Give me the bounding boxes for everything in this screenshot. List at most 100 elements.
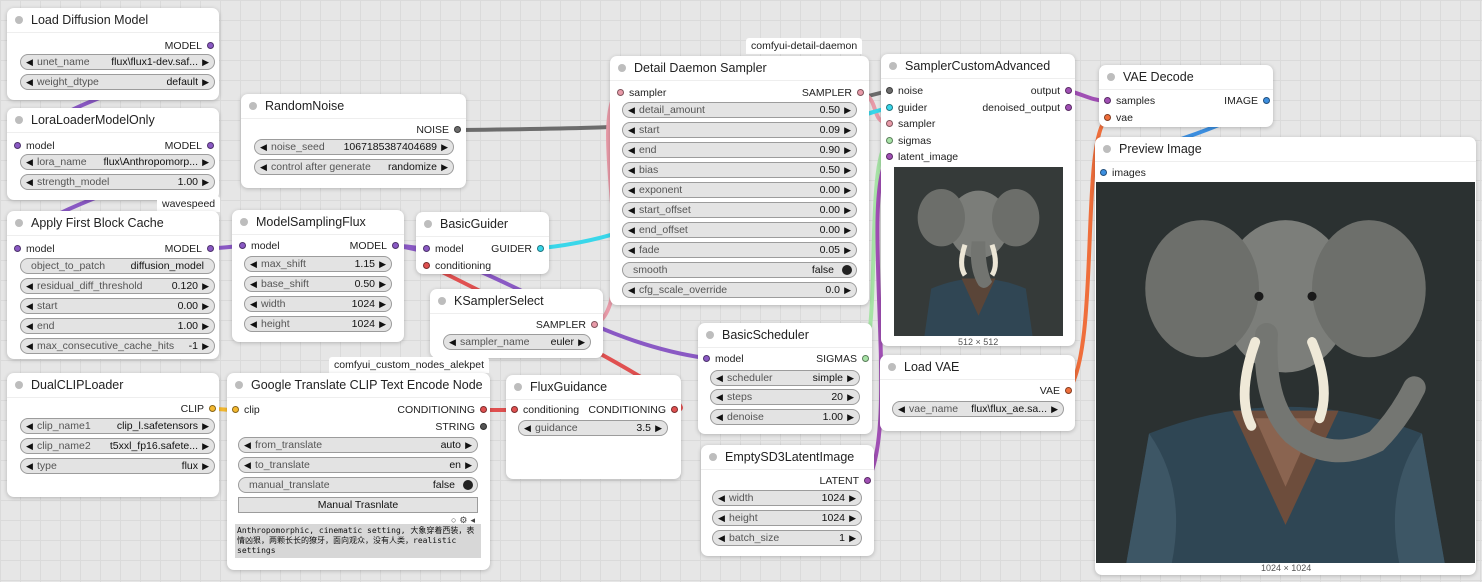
string-port-icon[interactable]	[480, 423, 487, 430]
left-arrow-icon[interactable]: ◀	[26, 320, 33, 332]
input-model[interactable]: model	[11, 243, 55, 255]
output-output[interactable]: output	[1031, 85, 1073, 97]
prompt-textarea[interactable]: Anthropomorphic, cinematic setting, 大象穿着…	[235, 524, 481, 558]
sampler-port-icon[interactable]	[591, 321, 598, 328]
right-arrow-icon[interactable]: ▶	[844, 244, 851, 256]
left-arrow-icon[interactable]: ◀	[26, 280, 33, 292]
left-arrow-icon[interactable]: ◀	[628, 164, 635, 176]
node-ksampler-select[interactable]: KSamplerSelect SAMPLER ◀ sampler_name eule…	[430, 289, 603, 358]
collapse-dot-icon[interactable]	[1103, 145, 1111, 153]
left-arrow-icon[interactable]: ◀	[716, 411, 723, 423]
vae-port-icon[interactable]	[1104, 114, 1111, 121]
right-arrow-icon[interactable]: ▶	[844, 284, 851, 296]
collapse-dot-icon[interactable]	[249, 102, 257, 110]
end-widget[interactable]: ◀ end 1.00 ▶	[20, 318, 215, 334]
base-shift-widget[interactable]: ◀ base_shift 0.50 ▶	[244, 276, 392, 292]
right-arrow-icon[interactable]: ▶	[202, 300, 209, 312]
left-arrow-icon[interactable]: ◀	[250, 318, 257, 330]
collapse-dot-icon[interactable]	[438, 297, 446, 305]
noise-port-icon[interactable]	[454, 126, 461, 133]
sampler-name-widget[interactable]: ◀ sampler_name euler ▶	[443, 334, 591, 350]
node-google-translate-clip[interactable]: Google Translate CLIP Text Encode Node c…	[227, 373, 490, 570]
guider-port-icon[interactable]	[537, 245, 544, 252]
manual-translate-toggle[interactable]: manual_translate false	[238, 477, 478, 493]
right-arrow-icon[interactable]: ▶	[844, 204, 851, 216]
right-arrow-icon[interactable]: ▶	[465, 439, 472, 451]
sigmas-port-icon[interactable]	[862, 355, 869, 362]
left-arrow-icon[interactable]: ◀	[244, 459, 251, 471]
from-translate-widget[interactable]: ◀ from_translate auto ▶	[238, 437, 478, 453]
collapse-dot-icon[interactable]	[514, 383, 522, 391]
height-widget[interactable]: ◀ height 1024 ▶	[244, 316, 392, 332]
input-clip[interactable]: clip	[229, 404, 260, 416]
latent-port-icon[interactable]	[864, 477, 871, 484]
denoise-widget[interactable]: ◀ denoise 1.00 ▶	[710, 409, 860, 425]
node-title[interactable]: Apply First Block Cache	[7, 211, 219, 236]
type-widget[interactable]: ◀ type flux ▶	[20, 458, 215, 474]
left-arrow-icon[interactable]: ◀	[898, 403, 905, 415]
start-widget[interactable]: ◀ start 0.00 ▶	[20, 298, 215, 314]
node-title[interactable]: VAE Decode	[1099, 65, 1273, 90]
node-detail-daemon-sampler[interactable]: Detail Daemon Sampler sampler SAMPLER ◀ d…	[610, 56, 869, 305]
right-arrow-icon[interactable]: ▶	[202, 340, 209, 352]
left-arrow-icon[interactable]: ◀	[26, 340, 33, 352]
output-noise[interactable]: NOISE	[416, 124, 462, 136]
node-random-noise[interactable]: RandomNoise NOISE ◀ noise_seed 10671853874…	[241, 94, 466, 188]
max-consecutive-cache-hits-widget[interactable]: ◀ max_consecutive_cache_hits -1 ▶	[20, 338, 215, 354]
toggle-knob-icon[interactable]	[842, 265, 852, 275]
right-arrow-icon[interactable]: ▶	[844, 224, 851, 236]
collapse-dot-icon[interactable]	[618, 64, 626, 72]
exponent-widget[interactable]: ◀ exponent 0.00 ▶	[622, 182, 857, 198]
output-guider[interactable]: GUIDER	[491, 243, 545, 255]
right-arrow-icon[interactable]: ▶	[847, 411, 854, 423]
left-arrow-icon[interactable]: ◀	[718, 492, 725, 504]
input-model[interactable]: model	[236, 240, 280, 252]
cfg-scale-override-widget[interactable]: ◀ cfg_scale_override 0.0 ▶	[622, 282, 857, 298]
strength-model-widget[interactable]: ◀ strength_model 1.00 ▶	[20, 174, 215, 190]
collapse-dot-icon[interactable]	[424, 220, 432, 228]
smooth-toggle[interactable]: smooth false	[622, 262, 857, 278]
input-samples[interactable]: samples	[1101, 95, 1155, 107]
node-empty-sd3-latent-image[interactable]: EmptySD3LatentImage LATENT ◀ width 1024 ▶ ◀…	[701, 445, 874, 556]
scheduler-widget[interactable]: ◀ scheduler simple ▶	[710, 370, 860, 386]
node-sampler-custom-advanced[interactable]: SamplerCustomAdvanced noise guider sampl…	[881, 54, 1075, 347]
collapse-dot-icon[interactable]	[15, 16, 23, 24]
vae-port-icon[interactable]	[1065, 387, 1072, 394]
right-arrow-icon[interactable]: ▶	[202, 440, 209, 452]
right-arrow-icon[interactable]: ▶	[844, 124, 851, 136]
collapse-dot-icon[interactable]	[15, 116, 23, 124]
node-title[interactable]: Detail Daemon Sampler	[610, 56, 869, 81]
model-port-icon[interactable]	[423, 245, 430, 252]
right-arrow-icon[interactable]: ▶	[849, 492, 856, 504]
input-model[interactable]: model	[11, 140, 55, 152]
node-load-diffusion-model[interactable]: Load Diffusion Model MODEL ◀ unet_name flu…	[7, 8, 219, 100]
width-widget[interactable]: ◀ width 1024 ▶	[244, 296, 392, 312]
collapse-dot-icon[interactable]	[1107, 73, 1115, 81]
output-model[interactable]: MODEL	[165, 243, 215, 255]
node-model-sampling-flux[interactable]: ModelSamplingFlux model MODEL ◀ max_shift…	[232, 210, 404, 342]
noise-port-icon[interactable]	[886, 87, 893, 94]
right-arrow-icon[interactable]: ▶	[849, 532, 856, 544]
model-port-icon[interactable]	[14, 245, 21, 252]
node-preview-image[interactable]: Preview Image images 1024 × 1024	[1095, 137, 1476, 575]
node-title[interactable]: Preview Image	[1095, 137, 1476, 162]
input-noise[interactable]: noise	[883, 85, 923, 97]
sampler-port-icon[interactable]	[886, 120, 893, 127]
right-arrow-icon[interactable]: ▶	[655, 422, 662, 434]
right-arrow-icon[interactable]: ▶	[202, 56, 209, 68]
right-arrow-icon[interactable]: ▶	[844, 144, 851, 156]
node-basic-guider[interactable]: BasicGuider model GUIDER conditioning	[416, 212, 549, 274]
node-basic-scheduler[interactable]: BasicScheduler model SIGMAS ◀ scheduler si…	[698, 323, 872, 434]
right-arrow-icon[interactable]: ▶	[202, 320, 209, 332]
node-lora-loader[interactable]: LoraLoaderModelOnly model MODEL ◀ lora_na…	[7, 108, 219, 200]
start-widget[interactable]: ◀ start 0.09 ▶	[622, 122, 857, 138]
right-arrow-icon[interactable]: ▶	[379, 298, 386, 310]
left-arrow-icon[interactable]: ◀	[628, 104, 635, 116]
right-arrow-icon[interactable]: ▶	[202, 156, 209, 168]
left-arrow-icon[interactable]: ◀	[250, 278, 257, 290]
node-title[interactable]: SamplerCustomAdvanced	[881, 54, 1075, 79]
node-title[interactable]: ModelSamplingFlux	[232, 210, 404, 235]
fade-widget[interactable]: ◀ fade 0.05 ▶	[622, 242, 857, 258]
clip-port-icon[interactable]	[209, 405, 216, 412]
input-guider[interactable]: guider	[883, 102, 927, 114]
